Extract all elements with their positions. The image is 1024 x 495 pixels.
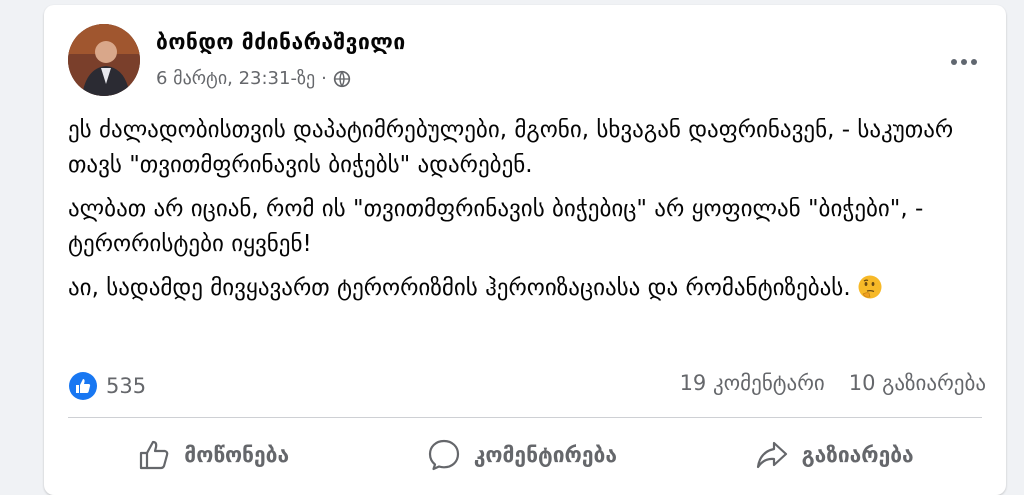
share-button-label: გაზიარება [801,443,914,467]
engagement-counts: 19 კომენტარი 10 გაზიარება [680,371,986,395]
post-stats: 535 19 კომენტარი 10 გაზიარება [68,365,986,405]
post-card: ბონდო მძინარაშვილი 6 მარტი, 23:31-ზე · ე… [44,5,1006,495]
post-meta: 6 მარტი, 23:31-ზე · [156,68,351,89]
post-actions: მოწონება კომენტირება გაზიარება [68,425,982,485]
post-paragraph-text: აი, სადამდე მივყავართ ტერორიზმის ჰეროიზა… [68,275,851,301]
thumbs-up-icon [140,440,169,470]
share-button[interactable]: გაზიარება [734,431,934,479]
comment-button-label: კომენტირება [473,443,617,467]
like-reaction-icon [69,372,97,400]
comment-button[interactable]: კომენტირება [406,431,637,479]
like-count: 535 [106,374,147,398]
comment-count[interactable]: 19 კომენტარი [680,371,825,395]
meta-separator: · [321,68,327,89]
like-button[interactable]: მოწონება [116,431,309,479]
reactions-summary[interactable]: 535 [68,371,146,401]
thinking-face-emoji [858,275,882,299]
comment-icon [428,439,459,471]
more-options-icon[interactable] [946,44,982,80]
divider [68,417,982,418]
like-button-label: მოწონება [184,443,290,467]
share-count[interactable]: 10 გაზიარება [849,371,986,395]
post-paragraph: ეს ძალადობისთვის დაპატიმრებულები, მგონი,… [68,117,954,178]
post-paragraph: აი, სადამდე მივყავართ ტერორიზმის ჰეროიზა… [68,271,988,306]
post-body: ეს ძალადობისთვის დაპატიმრებულები, მგონი,… [68,113,988,315]
post-date[interactable]: 6 მარტი, 23:31-ზე [156,68,315,89]
author-name[interactable]: ბონდო მძინარაშვილი [156,30,406,54]
globe-icon[interactable] [333,70,351,88]
avatar[interactable] [68,24,140,96]
share-icon [756,441,787,469]
post-header: ბონდო მძინარაშვილი 6 მარტი, 23:31-ზე · [68,24,982,98]
post-paragraph: ალბათ არ იციან, რომ ის "თვითმფრინავის ბი… [68,196,924,257]
